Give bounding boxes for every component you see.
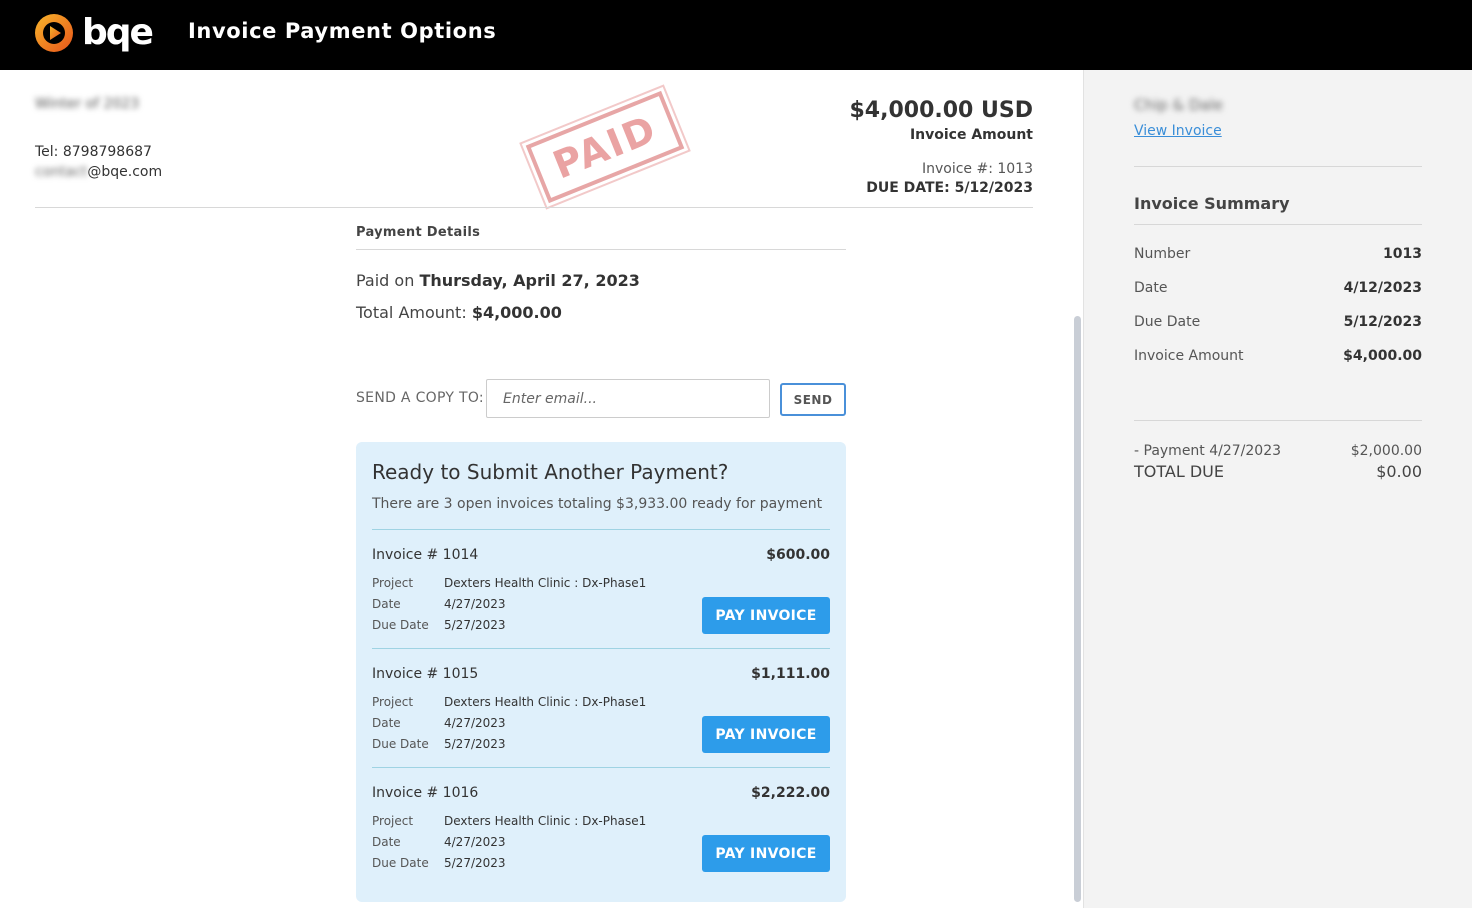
project-label: Project (372, 695, 414, 709)
date-value: 4/27/2023 (444, 597, 506, 611)
payment-details-title: Payment Details (356, 225, 481, 240)
project-value: Dexters Health Clinic : Dx-Phase1 (444, 814, 647, 828)
payment-details-divider (356, 249, 846, 250)
date-label: Date (372, 716, 401, 730)
due-date-value: 5/27/2023 (444, 737, 506, 751)
ready-title: Ready to Submit Another Payment? (372, 460, 729, 484)
summary-value: 5/12/2023 (1343, 314, 1422, 330)
invoice-item-amount: $600.00 (766, 547, 830, 563)
sender-email: contact@bqe.com (35, 164, 162, 180)
date-value: 4/27/2023 (444, 716, 506, 730)
invoice-item: Invoice # 1016 $2,222.00 Project Dexters… (372, 781, 830, 900)
client-name: Chip & Dale (1134, 96, 1224, 114)
paid-on-line: Paid on Thursday, April 27, 2023 (356, 271, 640, 290)
total-due-row: TOTAL DUE $0.00 (1134, 462, 1422, 481)
due-date-label: Due Date (372, 618, 429, 632)
card-divider (372, 529, 830, 530)
main-scrollbar[interactable] (1074, 316, 1081, 902)
date-label: Date (372, 597, 401, 611)
paid-on-date: Thursday, April 27, 2023 (419, 271, 640, 290)
send-button[interactable]: SEND (780, 383, 846, 416)
due-date-label: Due Date (372, 737, 429, 751)
pay-invoice-button[interactable]: PAY INVOICE (702, 835, 830, 872)
invoice-item: Invoice # 1015 $1,111.00 Project Dexters… (372, 662, 830, 781)
summary-label: Invoice Amount (1134, 348, 1244, 364)
total-amount-prefix: Total Amount: (356, 303, 472, 322)
email-domain: @bqe.com (87, 164, 163, 180)
ready-card: Ready to Submit Another Payment? There a… (356, 442, 846, 902)
email-input[interactable] (486, 379, 770, 418)
project-value: Dexters Health Clinic : Dx-Phase1 (444, 576, 647, 590)
payment-value: $2,000.00 (1350, 443, 1422, 459)
summary-value: 4/12/2023 (1343, 280, 1422, 296)
page-title: Invoice Payment Options (188, 19, 497, 43)
summary-label: Due Date (1134, 314, 1201, 330)
invoice-number: Invoice #: 1013 (921, 161, 1033, 177)
header-divider (35, 207, 1033, 208)
summary-label: Number (1134, 246, 1191, 262)
total-due-label: TOTAL DUE (1134, 462, 1224, 481)
card-divider (372, 648, 830, 649)
date-value: 4/27/2023 (444, 835, 506, 849)
pay-invoice-button[interactable]: PAY INVOICE (702, 597, 830, 634)
invoice-item: Invoice # 1014 $600.00 Project Dexters H… (372, 543, 830, 662)
email-redacted: contact (35, 164, 88, 180)
due-date-value: 5/27/2023 (444, 618, 506, 632)
ready-subtitle: There are 3 open invoices totaling $3,93… (372, 496, 823, 512)
send-copy-label: SEND A COPY TO: (356, 390, 484, 406)
invoice-amount-label: Invoice Amount (909, 127, 1033, 143)
card-divider (372, 767, 830, 768)
summary-value: $4,000.00 (1343, 348, 1422, 364)
date-label: Date (372, 835, 401, 849)
summary-sidebar: Chip & Dale View Invoice Invoice Summary… (1083, 70, 1472, 908)
sidebar-divider (1134, 166, 1422, 167)
paid-on-prefix: Paid on (356, 271, 420, 290)
invoice-item-amount: $2,222.00 (751, 785, 830, 801)
bqe-logo-icon (35, 14, 73, 52)
sender-tel: Tel: 8798798687 (35, 144, 152, 160)
invoice-summary-title: Invoice Summary (1134, 194, 1290, 213)
invoice-amount-value: $4,000.00 USD (849, 98, 1034, 123)
sender-name: Winter of 2023 (35, 96, 140, 112)
due-date-value: 5/27/2023 (444, 856, 506, 870)
due-date-label: Due Date (372, 856, 429, 870)
project-value: Dexters Health Clinic : Dx-Phase1 (444, 695, 647, 709)
invoice-item-title: Invoice # 1015 (372, 666, 479, 682)
total-amount-value: $4,000.00 (471, 303, 562, 322)
total-due-value: $0.00 (1376, 462, 1422, 481)
top-bar: bqe Invoice Payment Options (0, 0, 1472, 70)
invoice-item-amount: $1,111.00 (751, 666, 830, 682)
invoice-due-date: DUE DATE: 5/12/2023 (866, 180, 1033, 196)
sidebar-divider (1134, 420, 1422, 421)
paid-stamp: PAID (520, 81, 690, 213)
invoice-item-title: Invoice # 1014 (372, 547, 479, 563)
bqe-logo[interactable]: bqe (34, 12, 154, 53)
invoice-item-title: Invoice # 1016 (372, 785, 479, 801)
summary-label: Date (1134, 280, 1168, 296)
paid-stamp-text: PAID (546, 106, 664, 188)
logo-text: bqe (82, 12, 154, 53)
sidebar-divider (1134, 224, 1422, 225)
project-label: Project (372, 814, 414, 828)
view-invoice-link[interactable]: View Invoice (1134, 123, 1222, 139)
main-content: Winter of 2023 Tel: 8798798687 contact@b… (0, 70, 1083, 908)
total-amount-line: Total Amount: $4,000.00 (356, 303, 562, 322)
payment-row: - Payment 4/27/2023 $2,000.00 (1134, 443, 1422, 459)
payment-label: - Payment 4/27/2023 (1134, 443, 1282, 459)
summary-value: 1013 (1383, 246, 1422, 262)
pay-invoice-button[interactable]: PAY INVOICE (702, 716, 830, 753)
project-label: Project (372, 576, 414, 590)
